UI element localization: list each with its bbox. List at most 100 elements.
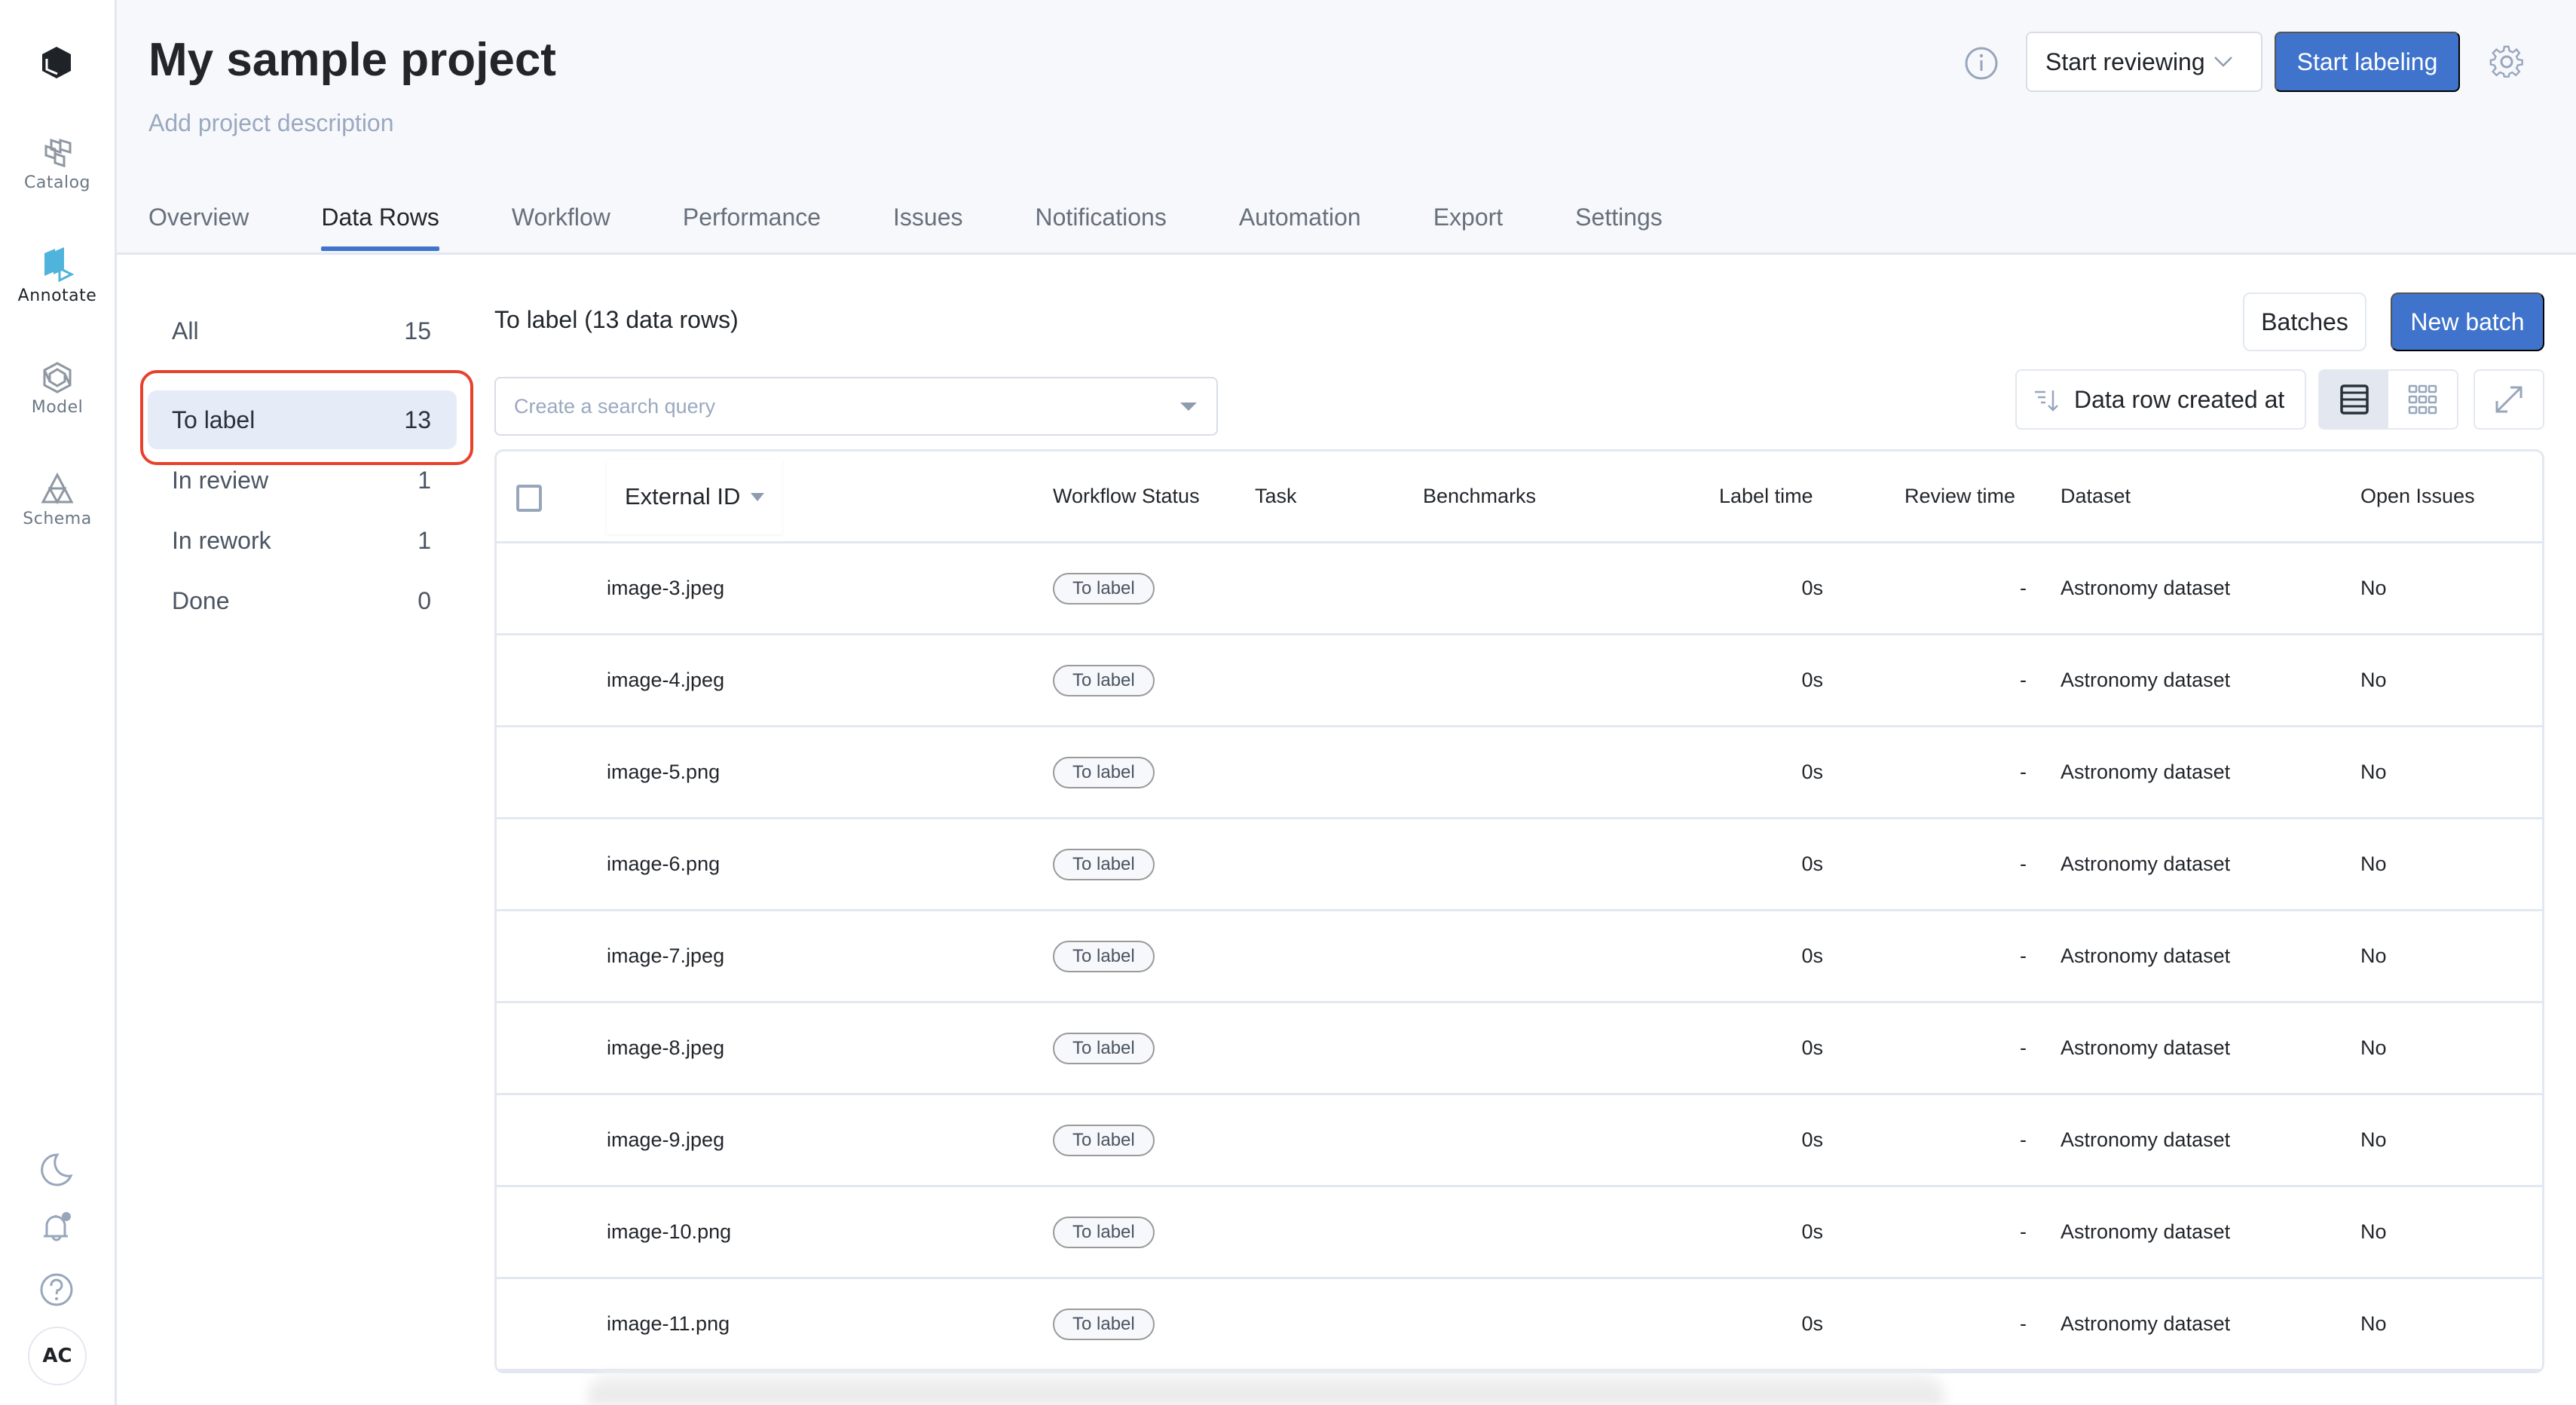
table-row[interactable]: image-6.png To label 0s - Astronomy dataset N…	[497, 819, 2542, 911]
cell-dataset: Astronomy dataset	[2060, 1187, 2230, 1277]
cell-review-time: -	[1904, 819, 2027, 909]
sort-button[interactable]: Data row created at	[2015, 369, 2306, 430]
cell-dataset-text: Astronomy dataset	[2060, 669, 2231, 691]
tab-performance[interactable]: Performance	[683, 204, 821, 246]
cell-external-id: image-6.png	[607, 819, 720, 909]
start-reviewing-button[interactable]: Start reviewing	[2026, 32, 2262, 92]
cell-label-time-text: 0s	[1801, 1128, 1823, 1151]
cell-external-id: image-9.jpeg	[607, 1095, 724, 1185]
tab-data-rows[interactable]: Data Rows	[321, 204, 439, 251]
labelbox-logo-icon[interactable]	[39, 45, 74, 80]
batches-button[interactable]: Batches	[2243, 292, 2366, 351]
sidebar-item-schema[interactable]: Schema	[0, 472, 115, 528]
cell-open-issues-text: No	[2360, 761, 2387, 783]
cell-review-time-text: -	[2020, 852, 2027, 875]
page-title[interactable]: My sample project	[148, 33, 556, 87]
cell-review-time: -	[1904, 1279, 2027, 1369]
table-row[interactable]: image-5.png To label 0s - Astronomy dataset N…	[497, 727, 2542, 819]
table-row[interactable]: image-10.png To label 0s - Astronomy dataset…	[497, 1187, 2542, 1279]
moon-icon[interactable]	[36, 1149, 77, 1189]
filter-in-rework[interactable]: In rework 1	[148, 511, 457, 570]
cell-dataset: Astronomy dataset	[2060, 635, 2230, 725]
filter-done[interactable]: Done 0	[148, 571, 457, 630]
table-row[interactable]: image-3.jpeg To label 0s - Astronomy dataset…	[497, 543, 2542, 635]
cell-dataset-text: Astronomy dataset	[2060, 1036, 2231, 1059]
filter-all[interactable]: All 15	[148, 302, 457, 360]
filter-label: In rework	[172, 526, 271, 554]
cell-workflow-status: To label	[1053, 1279, 1155, 1369]
sidebar-item-annotate[interactable]: Annotate	[0, 246, 115, 305]
cell-label-time-text: 0s	[1801, 1312, 1823, 1335]
cell-external-id-text: image-5.png	[607, 761, 720, 783]
status-badge: To label	[1053, 1216, 1155, 1248]
filter-to-label[interactable]: To label 13	[148, 390, 457, 449]
table-row[interactable]: image-8.jpeg To label 0s - Astronomy dataset…	[497, 1003, 2542, 1095]
cell-external-id-text: image-7.jpeg	[607, 944, 725, 967]
column-header-task[interactable]: Task	[1255, 451, 1297, 541]
sort-label: Data row created at	[2074, 385, 2285, 413]
filter-label: To label	[172, 406, 255, 433]
tab-issues[interactable]: Issues	[893, 204, 962, 246]
gear-icon[interactable]	[2489, 44, 2525, 80]
tab-overview[interactable]: Overview	[148, 204, 249, 246]
cell-dataset-text: Astronomy dataset	[2060, 852, 2231, 875]
column-header-open-issues[interactable]: Open Issues	[2360, 451, 2475, 541]
cell-label-time-text: 0s	[1801, 761, 1823, 783]
filter-in-review[interactable]: In review 1	[148, 451, 457, 510]
tab-automation[interactable]: Automation	[1239, 204, 1361, 246]
column-header-label-time[interactable]: Label time	[1719, 451, 1813, 541]
cell-review-time: -	[1904, 911, 2027, 1001]
column-header-workflow-status[interactable]: Workflow Status	[1053, 451, 1200, 541]
column-header-external-id[interactable]: External ID	[607, 459, 783, 534]
new-batch-button[interactable]: New batch	[2391, 292, 2544, 351]
table-row[interactable]: image-7.jpeg To label 0s - Astronomy dataset…	[497, 911, 2542, 1003]
filter-label: All	[172, 317, 199, 344]
column-header-review-time[interactable]: Review time	[1904, 451, 2015, 541]
tab-workflow[interactable]: Workflow	[512, 204, 610, 246]
sidebar: Catalog Annotate Model Schema AC	[0, 0, 117, 1405]
tab-export[interactable]: Export	[1433, 204, 1503, 246]
data-rows-table: External ID Workflow Status Task Benchma…	[494, 449, 2544, 1373]
grid-view-icon	[2408, 384, 2437, 415]
bell-icon[interactable]	[36, 1208, 77, 1248]
filter-label: In review	[172, 466, 269, 494]
help-icon[interactable]	[36, 1269, 77, 1310]
sidebar-item-model[interactable]: Model	[0, 360, 115, 417]
cell-open-issues-text: No	[2360, 1220, 2387, 1243]
grid-view-button[interactable]	[2388, 371, 2457, 428]
table-row[interactable]: image-11.png To label 0s - Astronomy dataset…	[497, 1279, 2542, 1371]
cell-open-issues-text: No	[2360, 577, 2387, 599]
select-all-checkbox[interactable]	[516, 485, 542, 512]
tab-settings[interactable]: Settings	[1575, 204, 1663, 246]
sidebar-item-catalog[interactable]: Catalog	[0, 136, 115, 192]
cell-review-time: -	[1904, 727, 2027, 817]
cell-label-time-text: 0s	[1801, 1036, 1823, 1059]
project-description-field[interactable]: Add project description	[148, 109, 394, 137]
dropdown-caret-icon[interactable]	[1180, 403, 1197, 411]
cell-label-time: 0s	[1719, 1279, 1823, 1369]
cell-label-time: 0s	[1719, 727, 1823, 817]
catalog-icon	[44, 138, 72, 168]
cell-review-time: -	[1904, 635, 2027, 725]
table-row[interactable]: image-4.jpeg To label 0s - Astronomy dataset…	[497, 635, 2542, 727]
cell-open-issues-text: No	[2360, 1036, 2387, 1059]
cell-label-time-text: 0s	[1801, 577, 1823, 599]
column-header-benchmarks[interactable]: Benchmarks	[1423, 451, 1536, 541]
cell-open-issues-text: No	[2360, 669, 2387, 691]
expand-button[interactable]	[2474, 369, 2544, 430]
cell-label-time-text: 0s	[1801, 669, 1823, 691]
column-header-dataset[interactable]: Dataset	[2060, 451, 2131, 541]
search-input[interactable]	[514, 394, 1162, 418]
cell-label-time: 0s	[1719, 635, 1823, 725]
info-icon[interactable]	[1963, 45, 1999, 81]
status-badge: To label	[1053, 664, 1155, 696]
cell-dataset: Astronomy dataset	[2060, 543, 2230, 633]
start-labeling-button[interactable]: Start labeling	[2275, 32, 2460, 92]
tab-notifications[interactable]: Notifications	[1036, 204, 1167, 246]
avatar[interactable]: AC	[28, 1327, 87, 1385]
cell-label-time: 0s	[1719, 1003, 1823, 1093]
table-row[interactable]: image-9.jpeg To label 0s - Astronomy dataset…	[497, 1095, 2542, 1187]
list-view-button[interactable]	[2320, 371, 2388, 428]
list-title: To label (13 data rows)	[494, 306, 739, 333]
search-query-field[interactable]	[494, 377, 1218, 436]
